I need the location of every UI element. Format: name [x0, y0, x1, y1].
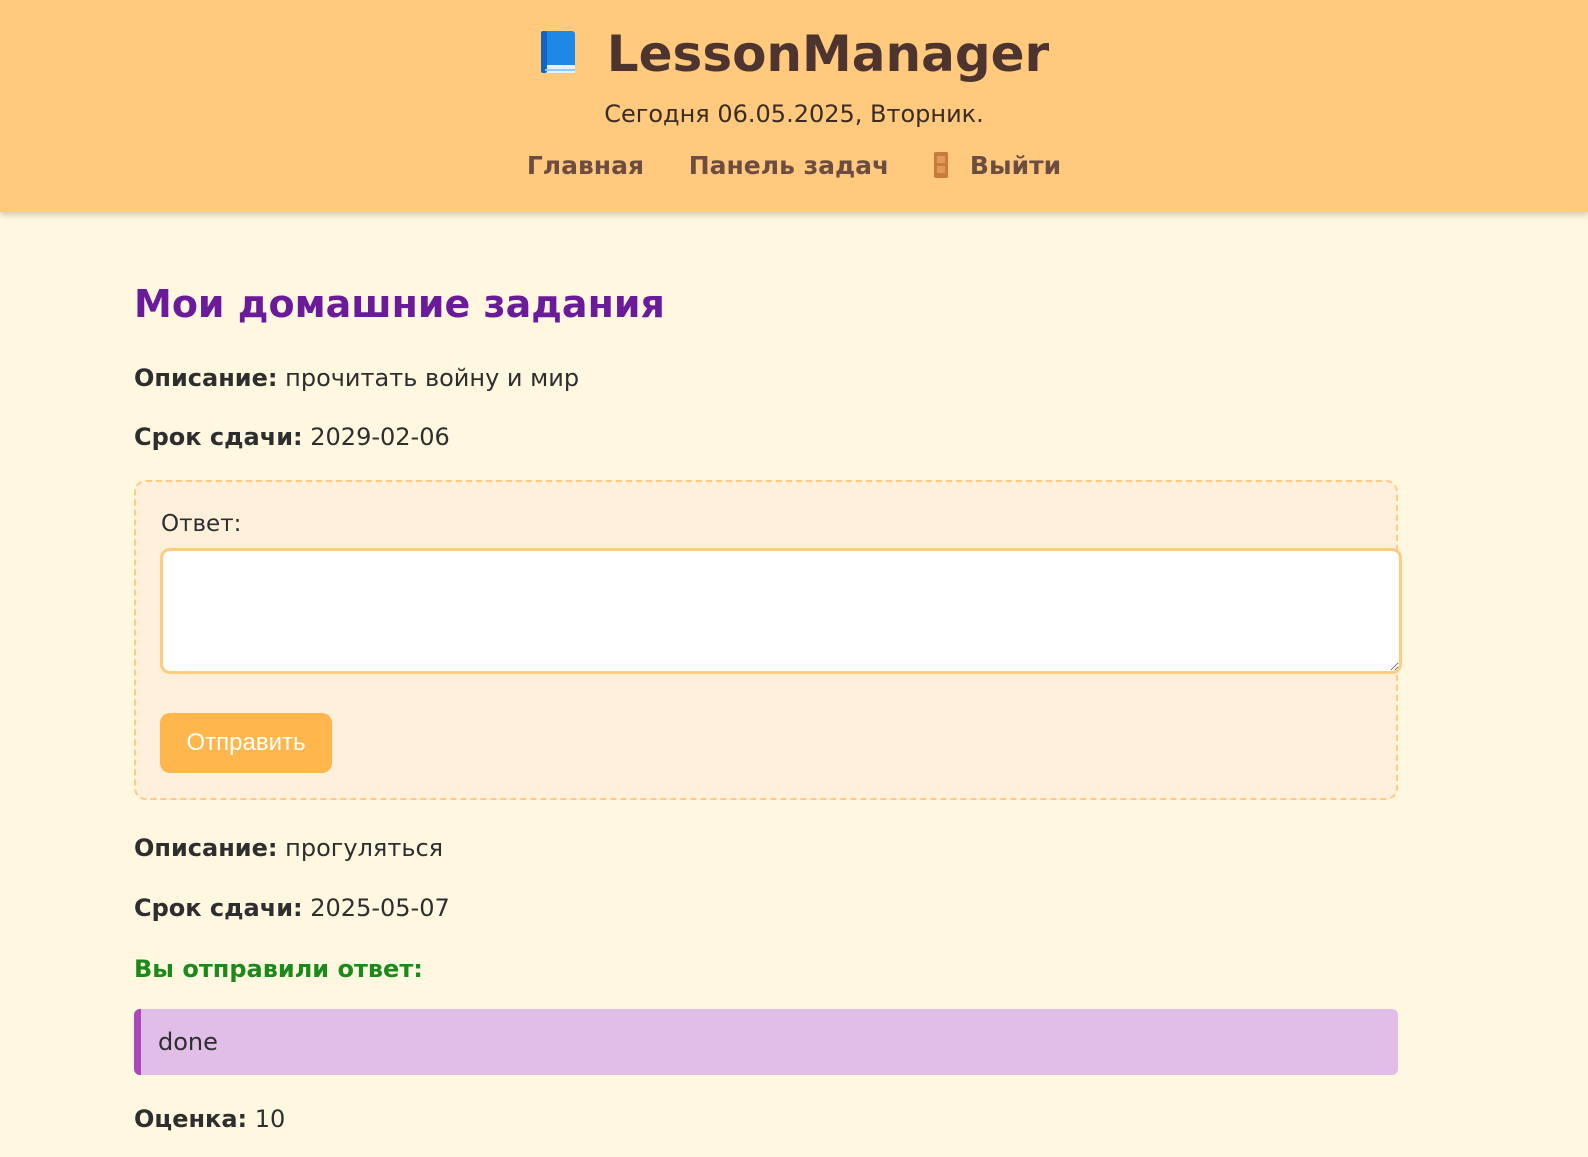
door-icon	[933, 152, 948, 178]
description-value: прочитать войну и мир	[285, 364, 580, 392]
answer-textarea[interactable]	[160, 548, 1402, 674]
nav-home-link[interactable]: Главная	[527, 146, 644, 186]
sent-answer-box: done	[134, 1009, 1398, 1075]
submit-button[interactable]: Отправить	[160, 713, 332, 773]
app-title: LessonManager	[606, 25, 1050, 83]
description-label: Описание:	[134, 834, 278, 862]
nav-tasks-link[interactable]: Панель задач	[689, 146, 889, 186]
grade-label: Оценка:	[134, 1105, 248, 1133]
deadline-value: 2025-05-07	[310, 894, 450, 922]
deadline-label: Срок сдачи:	[134, 894, 303, 922]
description-value: прогуляться	[285, 834, 444, 862]
main-nav: Главная Панель задач Выйти	[0, 146, 1588, 186]
brand: LessonManager	[0, 22, 1588, 86]
description-label: Описание:	[134, 364, 278, 392]
assignment-deadline: Срок сдачи: 2029-02-06	[134, 420, 450, 454]
answer-label: Ответ:	[161, 511, 242, 537]
nav-logout-link[interactable]: Выйти	[933, 146, 1062, 186]
sent-answer-label: Вы отправили ответ:	[134, 955, 423, 983]
assignment-description: Описание: прочитать войну и мир	[134, 361, 579, 395]
deadline-label: Срок сдачи:	[134, 423, 303, 451]
site-header: LessonManager Сегодня 06.05.2025, Вторни…	[0, 0, 1588, 212]
assignment-grade: Оценка: 10	[134, 1102, 285, 1136]
logout-label: Выйти	[969, 151, 1062, 180]
deadline-value: 2029-02-06	[310, 423, 450, 451]
current-date: Сегодня 06.05.2025, Вторник.	[604, 100, 984, 128]
assignment-description: Описание: прогуляться	[134, 831, 443, 865]
book-icon	[539, 28, 577, 76]
page-title: Мои домашние задания	[134, 282, 665, 326]
assignment-deadline: Срок сдачи: 2025-05-07	[134, 891, 450, 925]
grade-value: 10	[254, 1105, 286, 1133]
